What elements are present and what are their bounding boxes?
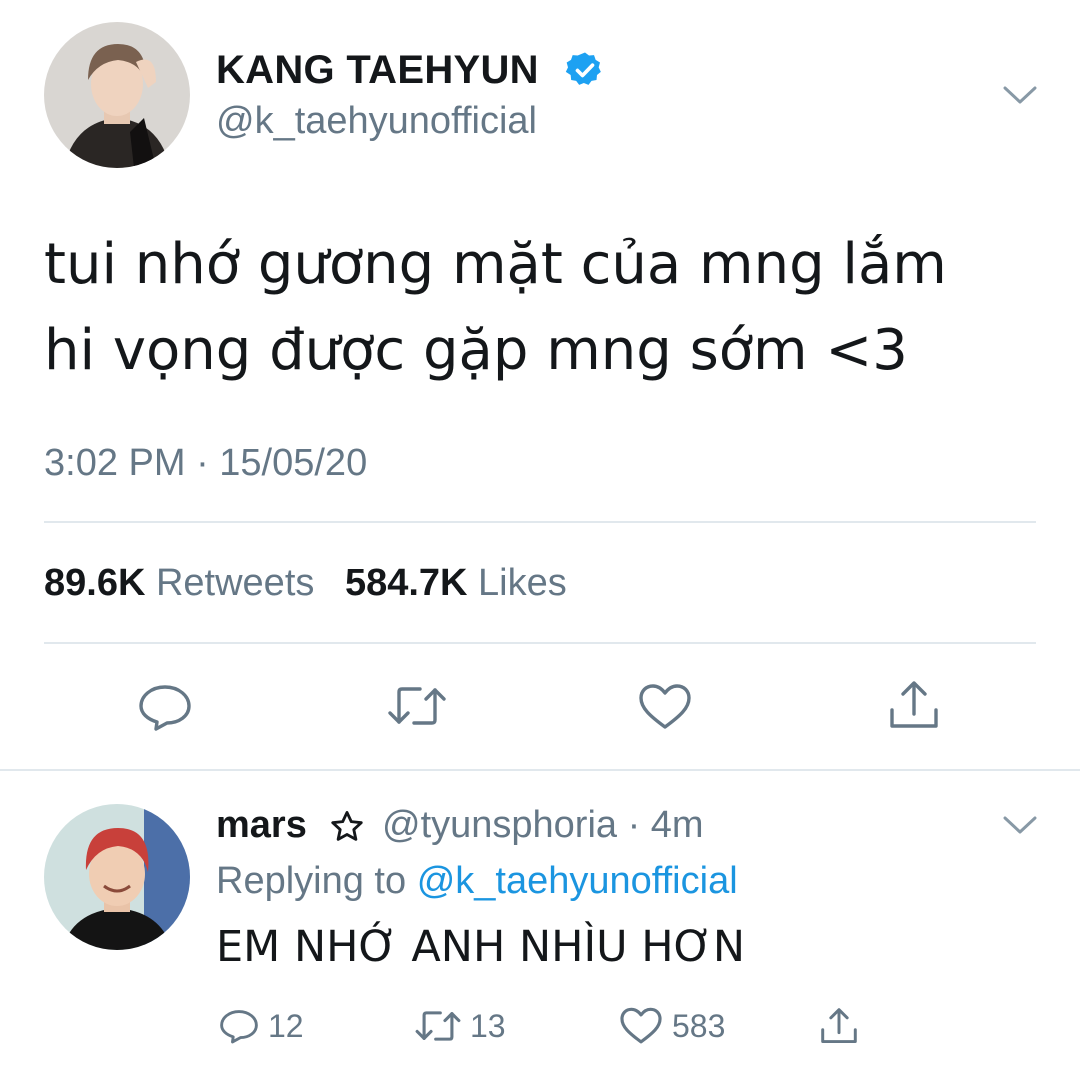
reply-replies-count: 12	[268, 1007, 304, 1044]
reply-author-avatar-image	[44, 804, 190, 950]
likes-count[interactable]: 584.7K	[345, 562, 468, 604]
tweet-text: tui nhớ gương mặt của mng lắm hi vọng đư…	[44, 222, 1044, 394]
reply-author-handle-time[interactable]: @tyunsphoria · 4m	[382, 804, 704, 847]
like-icon	[620, 1007, 662, 1044]
reply-likes-count: 583	[672, 1007, 726, 1044]
retweets-label[interactable]: Retweets	[156, 562, 314, 604]
share-button[interactable]	[886, 678, 942, 732]
like-button[interactable]	[636, 682, 694, 732]
reply-author-name[interactable]: mars	[216, 804, 307, 847]
author-display-name[interactable]: KANG TAEHYUN	[216, 48, 539, 93]
reply-retweet-button[interactable]: 13	[414, 1004, 506, 1048]
replying-to: Replying to @k_taehyunofficial	[216, 860, 738, 903]
reply-icon	[139, 685, 191, 731]
reply-retweets-count: 13	[470, 1007, 506, 1044]
like-icon	[639, 684, 691, 729]
divider	[44, 521, 1036, 523]
reply-text: EM NHỚ ANH NHÌU HƠN	[216, 922, 746, 972]
likes-label[interactable]: Likes	[478, 562, 567, 604]
divider	[44, 642, 1036, 644]
divider	[0, 769, 1080, 771]
tweet-text-line: hi vọng được gặp mng sớm <3	[44, 318, 908, 383]
reply-author-avatar[interactable]	[44, 804, 190, 950]
author-avatar[interactable]	[44, 22, 190, 168]
reply-button[interactable]	[136, 682, 194, 732]
tweet-timestamp[interactable]: 3:02 PM · 15/05/20	[44, 442, 367, 485]
reply-icon	[220, 1010, 258, 1044]
retweet-icon	[388, 687, 446, 725]
tweet-stats: 89.6K Retweets 584.7K Likes	[44, 562, 567, 605]
chevron-down-icon[interactable]	[1002, 84, 1038, 106]
reply-like-button[interactable]: 583	[618, 1004, 725, 1048]
reply-share-button[interactable]	[818, 1004, 860, 1048]
star-icon	[331, 811, 363, 841]
share-icon	[821, 1008, 857, 1044]
author-handle[interactable]: @k_taehyunofficial	[216, 100, 537, 143]
reply-reply-button[interactable]: 12	[218, 1004, 304, 1048]
replying-to-prefix: Replying to	[216, 860, 407, 902]
retweet-button[interactable]	[386, 684, 448, 728]
author-avatar-image	[44, 22, 190, 168]
retweet-icon	[415, 1011, 461, 1041]
verified-badge-icon	[565, 52, 601, 85]
share-icon	[890, 681, 938, 728]
tweet-text-line: tui nhớ gương mặt của mng lắm	[44, 232, 947, 297]
retweets-count[interactable]: 89.6K	[44, 562, 145, 604]
replying-to-mention[interactable]: @k_taehyunofficial	[417, 860, 738, 902]
chevron-down-icon[interactable]	[1002, 814, 1038, 836]
